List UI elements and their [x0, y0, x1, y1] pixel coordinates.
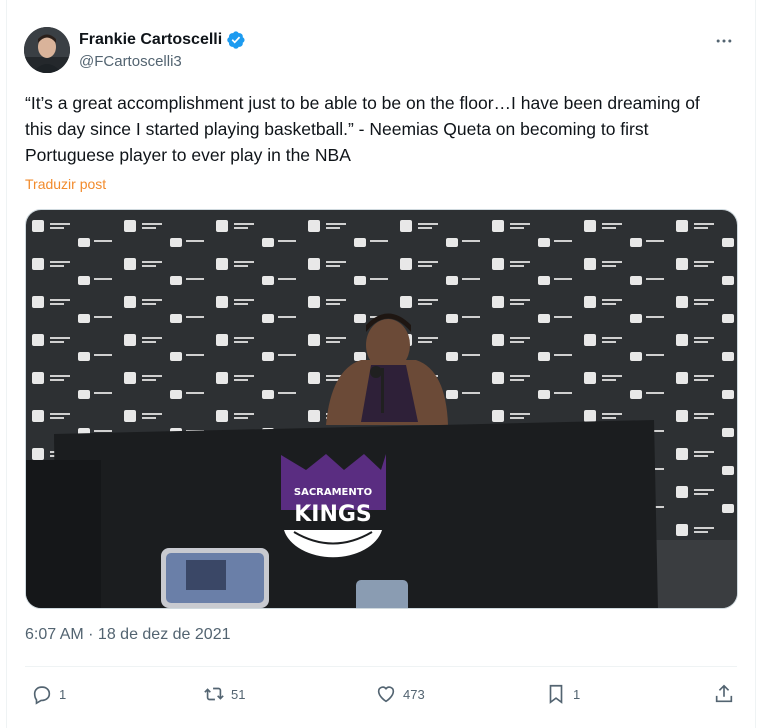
divider: [25, 666, 737, 667]
bookmark-count: 1: [573, 686, 581, 702]
tweet-card: Frankie Cartoscelli @FCartoscelli3 “It’s…: [6, 0, 756, 728]
action-bar: 1 51 473 1: [25, 678, 737, 710]
tweet-photo[interactable]: SACRAMENTO KINGS: [25, 209, 738, 609]
bookmark-icon: [549, 684, 563, 704]
verified-badge-icon: [226, 30, 246, 50]
bookmark-button[interactable]: 1: [545, 678, 580, 710]
share-icon: [715, 684, 733, 703]
logo-line-1: SACRAMENTO: [294, 487, 372, 498]
more-icon[interactable]: [713, 30, 735, 52]
author-handle[interactable]: @FCartoscelli3: [79, 53, 182, 70]
author-name[interactable]: Frankie Cartoscelli: [79, 31, 222, 49]
tweet-timestamp[interactable]: 6:07 AM · 18 de dez de 2021: [25, 626, 230, 644]
logo-line-2: KINGS: [294, 502, 372, 527]
like-button[interactable]: 473: [375, 678, 425, 710]
retweet-count: 51: [231, 686, 246, 702]
like-count: 473: [403, 686, 425, 702]
retweet-icon: [204, 687, 224, 701]
reply-button[interactable]: 1: [31, 678, 66, 710]
reply-count: 1: [59, 686, 67, 702]
tweet-text: “It’s a great accomplishment just to be …: [25, 93, 700, 165]
share-button[interactable]: [713, 678, 735, 710]
translate-link[interactable]: Traduzir post: [25, 176, 106, 192]
author-name-row: Frankie Cartoscelli: [79, 30, 246, 50]
reply-icon: [33, 686, 51, 705]
like-icon: [377, 686, 395, 703]
retweet-button[interactable]: 51: [203, 678, 245, 710]
avatar[interactable]: [24, 27, 70, 73]
